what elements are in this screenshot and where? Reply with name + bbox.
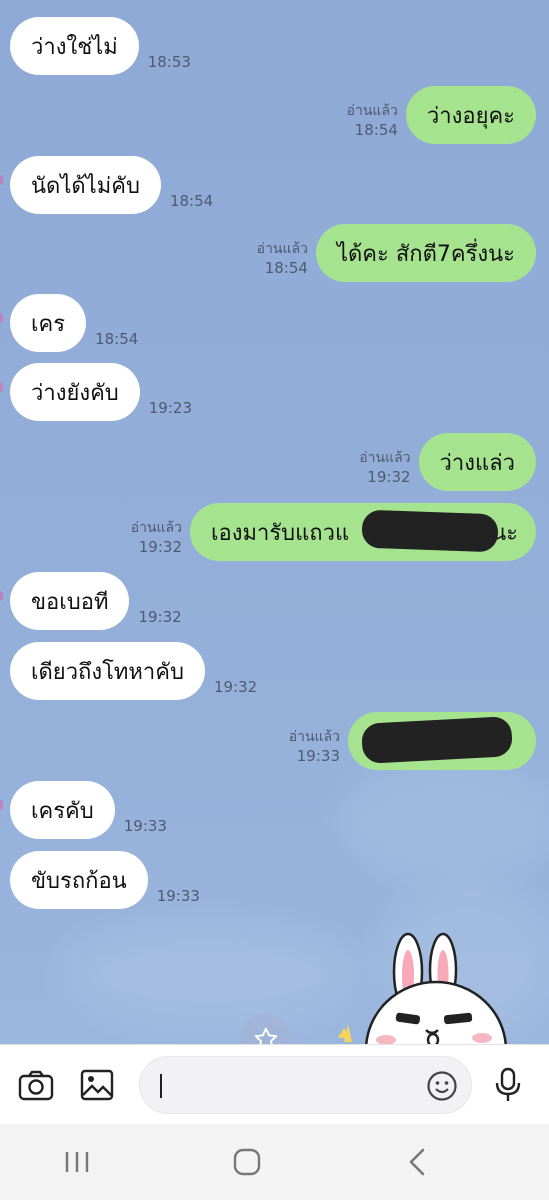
message-time: 19:23 (148, 399, 192, 417)
message-row: อ่านแล้ว 19:32 ว่างแล่ว (359, 433, 536, 491)
message-time: 19:32 (213, 678, 258, 696)
message-input-bar (0, 1044, 549, 1124)
emoji-icon[interactable] (425, 1069, 459, 1103)
sticker-bunny[interactable] (330, 930, 530, 1044)
redaction-scribble (361, 509, 499, 553)
outgoing-message-bubble[interactable]: ว่างอยุคะ (405, 86, 536, 144)
message-time: 19:33 (123, 817, 167, 835)
message-time: 18:54 (95, 330, 139, 348)
message-time: 19:32 (367, 468, 411, 486)
message-row: ขอเบอที 19:32 (10, 572, 182, 630)
message-time: 18:53 (147, 53, 191, 71)
outgoing-message-bubble[interactable] (348, 712, 536, 770)
read-receipt: อ่านแล้ว (346, 103, 398, 119)
message-row: อ่านแล้ว 19:32 เองมารับแถวแ นะ (131, 503, 536, 561)
message-field[interactable] (139, 1056, 472, 1115)
read-receipt: อ่านแล้ว (359, 450, 411, 466)
chat-area[interactable]: ว่างใช่ไม่ 18:53 อ่านแล้ว 18:54 ว่างอยุค… (0, 0, 549, 1044)
message-meta: อ่านแล้ว 19:32 (131, 519, 182, 557)
incoming-message-bubble[interactable]: เคร (10, 294, 87, 352)
system-navigation-bar (0, 1124, 549, 1200)
redaction-scribble (361, 716, 513, 764)
home-icon[interactable] (222, 1142, 272, 1182)
message-meta: อ่านแล้ว 19:32 (359, 449, 410, 487)
read-receipt: อ่านแล้ว (130, 520, 182, 536)
message-time: 18:54 (264, 259, 308, 277)
message-meta: อ่านแล้ว 18:54 (347, 102, 398, 140)
message-input[interactable] (166, 1057, 416, 1115)
outgoing-message-bubble[interactable]: ว่างแล่ว (418, 433, 536, 491)
message-row: เคร 18:54 (10, 294, 138, 352)
image-icon[interactable] (79, 1067, 115, 1103)
incoming-message-bubble[interactable]: เดียวถึงโทหาคับ (10, 642, 205, 700)
avatar-edge (0, 313, 3, 323)
message-row: เครคับ 19:33 (10, 781, 167, 839)
message-row: อ่านแล้ว 18:54 ได้คะ สักตี7ครึ่งนะ (257, 224, 536, 282)
message-row: นัดได้ไม่คับ 18:54 (10, 156, 213, 214)
avatar-edge (0, 175, 3, 185)
microphone-icon[interactable] (490, 1067, 526, 1103)
avatar-edge (0, 800, 3, 810)
incoming-message-bubble[interactable]: ว่างยังคับ (10, 363, 140, 421)
outgoing-message-bubble[interactable]: เองมารับแถวแ นะ (190, 503, 536, 561)
back-icon[interactable] (392, 1142, 442, 1182)
message-time: 19:32 (138, 538, 182, 556)
read-receipt: อ่านแล้ว (256, 241, 308, 257)
message-row: เดียวถึงโทหาคับ 19:32 (10, 642, 257, 700)
message-text-start: เองมารับแถวแ (211, 520, 350, 546)
message-time: 19:32 (138, 608, 182, 626)
message-row: อ่านแล้ว 18:54 ว่างอยุคะ (347, 86, 536, 144)
outgoing-message-bubble[interactable]: ได้คะ สักตี7ครึ่งนะ (315, 224, 536, 282)
avatar-edge (0, 591, 3, 601)
camera-icon[interactable] (18, 1067, 54, 1103)
message-meta: อ่านแล้ว 19:33 (289, 728, 340, 766)
message-time: 19:33 (296, 747, 340, 765)
message-row: อ่านแล้ว 19:33 (289, 712, 536, 770)
incoming-message-bubble[interactable]: ขอเบอที (10, 572, 130, 630)
incoming-message-bubble[interactable]: นัดได้ไม่คับ (10, 156, 161, 214)
incoming-message-bubble[interactable]: ว่างใช่ไม่ (10, 17, 139, 75)
avatar-edge (0, 382, 3, 392)
read-receipt: อ่านแล้ว (288, 729, 340, 745)
message-time: 19:33 (156, 887, 200, 905)
incoming-message-bubble[interactable]: เครคับ (10, 781, 115, 839)
recents-icon[interactable] (52, 1142, 102, 1182)
incoming-message-bubble[interactable]: ขับรถก้อน (10, 851, 148, 909)
message-row: ว่างใช่ไม่ 18:53 (10, 17, 191, 75)
message-time: 18:54 (354, 121, 398, 139)
message-meta: อ่านแล้ว 18:54 (257, 240, 308, 278)
message-row: ว่างยังคับ 19:23 (10, 363, 192, 421)
text-cursor (160, 1074, 162, 1098)
message-time: 18:54 (169, 192, 214, 210)
message-row: ขับรถก้อน 19:33 (10, 851, 200, 909)
